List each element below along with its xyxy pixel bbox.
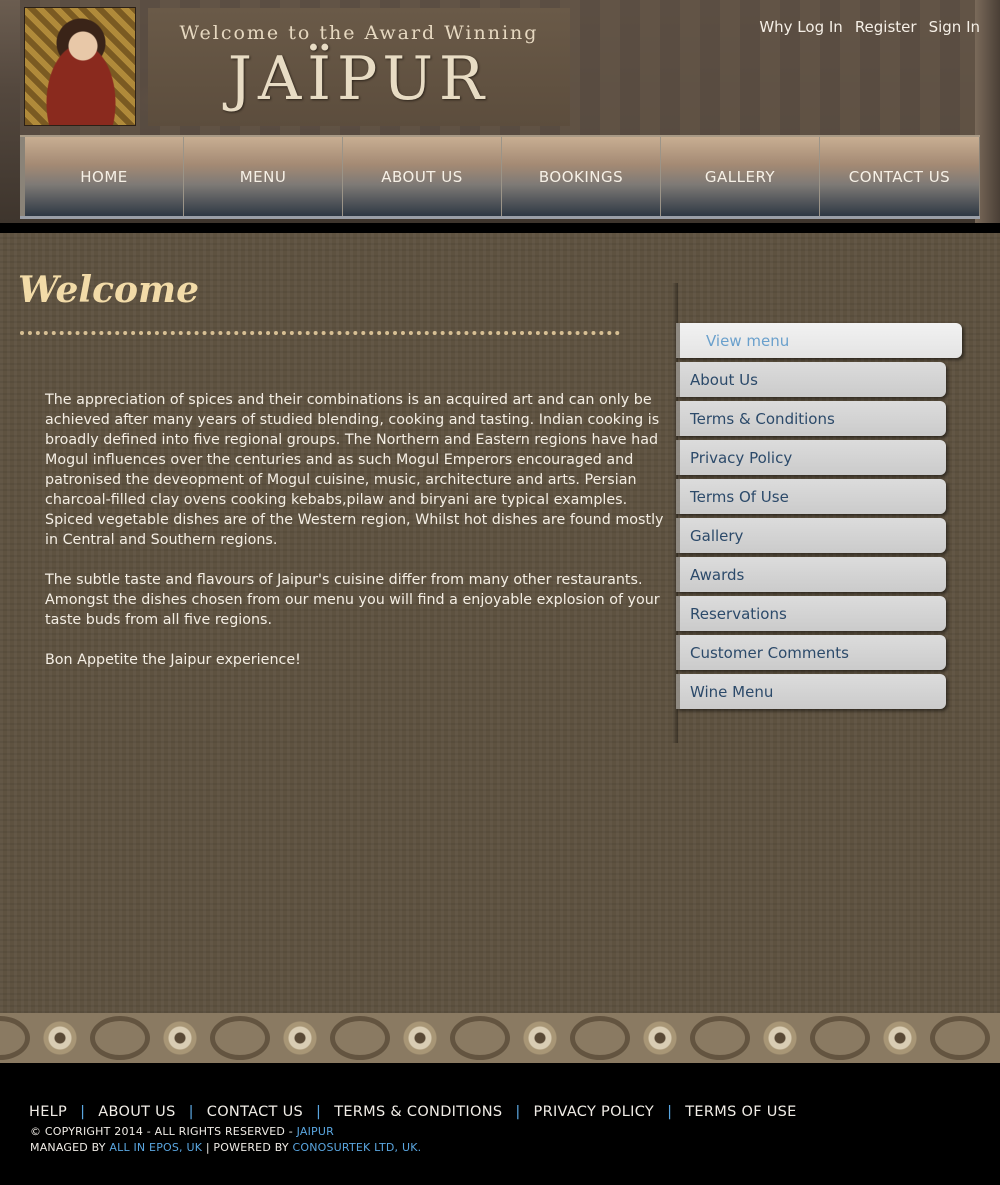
header-divider <box>0 223 1000 233</box>
ornament-ring <box>0 1016 30 1060</box>
main-nav: HOME MENU ABOUT US BOOKINGS GALLERY CONT… <box>20 135 980 219</box>
footer-separator: | <box>80 1104 86 1120</box>
flower-ornament-icon <box>280 1018 320 1058</box>
copyright-text: © COPYRIGHT 2014 - ALL RIGHTS RESERVED - <box>30 1125 297 1138</box>
ornament-ring <box>690 1016 750 1060</box>
decorative-floral-border <box>0 1013 1000 1063</box>
footer-link-terms-of-use[interactable]: TERMS OF USE <box>685 1104 796 1120</box>
ornament-ring <box>90 1016 150 1060</box>
footer-link-privacy-policy[interactable]: PRIVACY POLICY <box>534 1104 655 1120</box>
managed-by-text: MANAGED BY <box>30 1141 110 1154</box>
account-links: Why Log In Register Sign In <box>759 18 980 36</box>
nav-home[interactable]: HOME <box>25 137 184 216</box>
hero-photo <box>24 7 136 126</box>
register-link[interactable]: Register <box>855 18 917 36</box>
flower-ornament-icon <box>400 1018 440 1058</box>
sidebar-item-awards[interactable]: Awards <box>676 557 946 592</box>
sidebar-item-customer-comments[interactable]: Customer Comments <box>676 635 946 670</box>
banner-welcome-text: Welcome to the Award Winning <box>179 22 539 44</box>
sidebar-item-about-us[interactable]: About Us <box>676 362 946 397</box>
sidebar-item-wine-menu[interactable]: Wine Menu <box>676 674 946 709</box>
footer-separator: | <box>515 1104 521 1120</box>
nav-contact-us[interactable]: CONTACT US <box>820 137 979 216</box>
paragraph-spices: The appreciation of spices and their com… <box>45 392 664 548</box>
welcome-text: The appreciation of spices and their com… <box>45 390 665 690</box>
sidebar-item-reservations[interactable]: Reservations <box>676 596 946 631</box>
title-divider <box>20 331 620 335</box>
powered-by-link[interactable]: CONOSURTEK LTD, UK. <box>292 1141 421 1154</box>
footer-link-terms-conditions[interactable]: TERMS & CONDITIONS <box>334 1104 502 1120</box>
sidebar-item-privacy-policy[interactable]: Privacy Policy <box>676 440 946 475</box>
flower-ornament-icon <box>880 1018 920 1058</box>
footer-separator: | <box>188 1104 194 1120</box>
nav-menu[interactable]: MENU <box>184 137 343 216</box>
sidebar-item-gallery[interactable]: Gallery <box>676 518 946 553</box>
ornament-ring <box>330 1016 390 1060</box>
ornament-ring <box>570 1016 630 1060</box>
footer-separator: | <box>316 1104 322 1120</box>
sidebar-item-terms-conditions[interactable]: Terms & Conditions <box>676 401 946 436</box>
flower-ornament-icon <box>40 1018 80 1058</box>
paragraph-cuisine: The subtle taste and flavours of Jaipur'… <box>45 572 660 628</box>
why-log-in-link[interactable]: Why Log In <box>759 18 842 36</box>
sidebar-menu: View menu About Us Terms & Conditions Pr… <box>676 323 966 713</box>
sidebar-item-terms-of-use[interactable]: Terms Of Use <box>676 479 946 514</box>
powered-by-text: | POWERED BY <box>202 1141 293 1154</box>
footer-link-contact-us[interactable]: CONTACT US <box>207 1104 303 1120</box>
copyright-jaipur-link[interactable]: JAIPUR <box>297 1125 334 1138</box>
sidebar-item-view-menu[interactable]: View menu <box>676 323 962 358</box>
sign-in-link[interactable]: Sign In <box>929 18 980 36</box>
flower-ornament-icon <box>160 1018 200 1058</box>
nav-bookings[interactable]: BOOKINGS <box>502 137 661 216</box>
logo-banner[interactable]: Welcome to the Award Winning JAÏPUR <box>148 8 570 126</box>
ornament-ring <box>930 1016 990 1060</box>
ornament-ring <box>810 1016 870 1060</box>
nav-about-us[interactable]: ABOUT US <box>343 137 502 216</box>
site-footer: HELP | ABOUT US | CONTACT US | TERMS & C… <box>0 1063 1000 1185</box>
footer-separator: | <box>667 1104 673 1120</box>
ornament-ring <box>210 1016 270 1060</box>
flower-ornament-icon <box>760 1018 800 1058</box>
banner-restaurant-name: JAÏPUR <box>227 44 491 114</box>
copyright-notice: © COPYRIGHT 2014 - ALL RIGHTS RESERVED -… <box>30 1125 334 1138</box>
ornament-ring <box>450 1016 510 1060</box>
managed-by-link[interactable]: ALL IN EPOS, UK <box>109 1141 202 1154</box>
nav-gallery[interactable]: GALLERY <box>661 137 820 216</box>
page-title: Welcome <box>18 269 200 311</box>
flower-ornament-icon <box>640 1018 680 1058</box>
paragraph-bon-appetite: Bon Appetite the Jaipur experience! <box>45 652 301 668</box>
main-content-area: Welcome The appreciation of spices and t… <box>0 233 1000 1013</box>
footer-link-about-us[interactable]: ABOUT US <box>98 1104 175 1120</box>
managed-by-notice: MANAGED BY ALL IN EPOS, UK | POWERED BY … <box>30 1141 421 1154</box>
flower-ornament-icon <box>520 1018 560 1058</box>
footer-links: HELP | ABOUT US | CONTACT US | TERMS & C… <box>29 1104 797 1120</box>
footer-link-help[interactable]: HELP <box>29 1104 67 1120</box>
